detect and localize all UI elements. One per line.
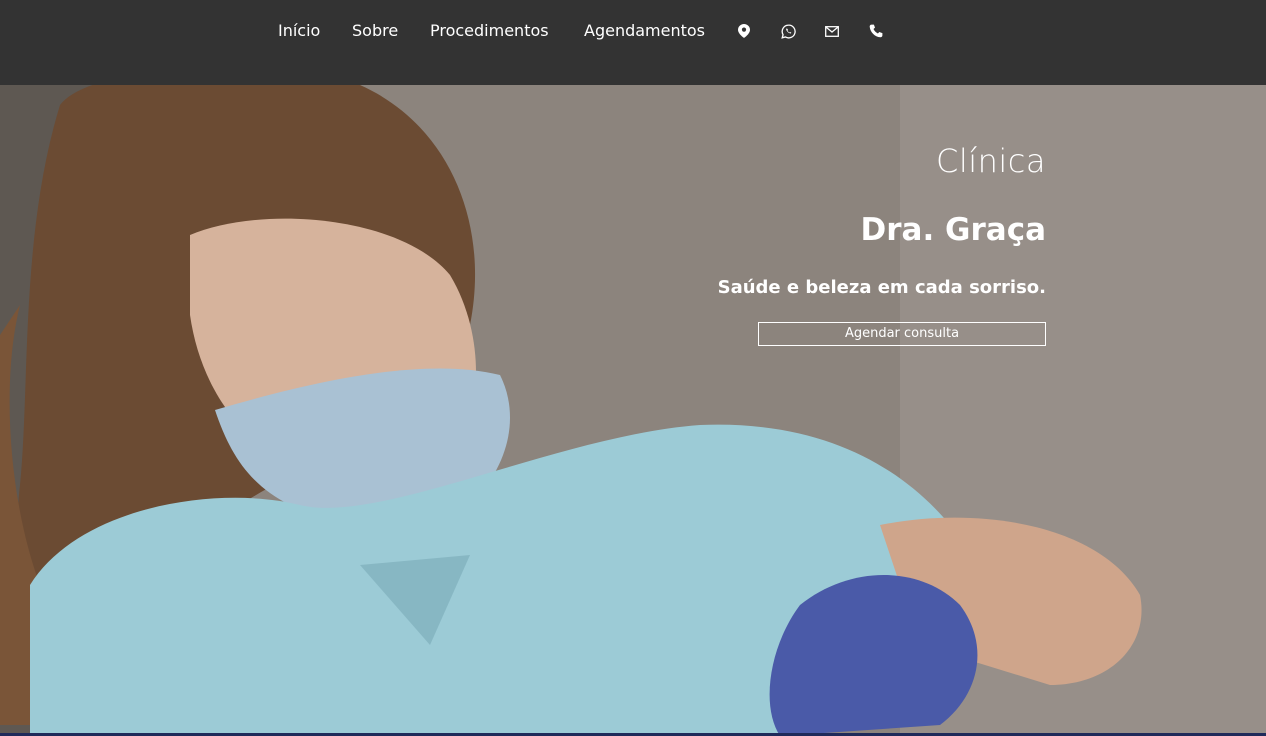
whatsapp-icon[interactable] bbox=[780, 23, 796, 39]
map-pin-icon[interactable] bbox=[736, 23, 752, 39]
nav-link-sobre[interactable]: Sobre bbox=[352, 20, 398, 42]
hero-text-block: Clínica Dra. Graça Saúde e beleza em cad… bbox=[718, 140, 1046, 346]
phone-icon[interactable] bbox=[868, 23, 884, 39]
hero-photo-illustration bbox=[0, 85, 1266, 736]
nav-link-procedimentos[interactable]: Procedimentos bbox=[430, 20, 549, 42]
hero-section: Clínica Dra. Graça Saúde e beleza em cad… bbox=[0, 85, 1266, 736]
nav-link-inicio[interactable]: Início bbox=[278, 20, 320, 42]
nav-link-agendamentos[interactable]: Agendamentos bbox=[584, 20, 705, 42]
schedule-appointment-button[interactable]: Agendar consulta bbox=[758, 322, 1046, 346]
top-navigation-bar: Início Sobre Procedimentos Agendamentos bbox=[0, 0, 1266, 85]
hero-tagline: Saúde e beleza em cada sorriso. bbox=[717, 277, 1046, 298]
email-icon[interactable] bbox=[824, 23, 840, 39]
hero-eyebrow: Clínica bbox=[936, 142, 1046, 180]
hero-title: Dra. Graça bbox=[860, 212, 1046, 248]
